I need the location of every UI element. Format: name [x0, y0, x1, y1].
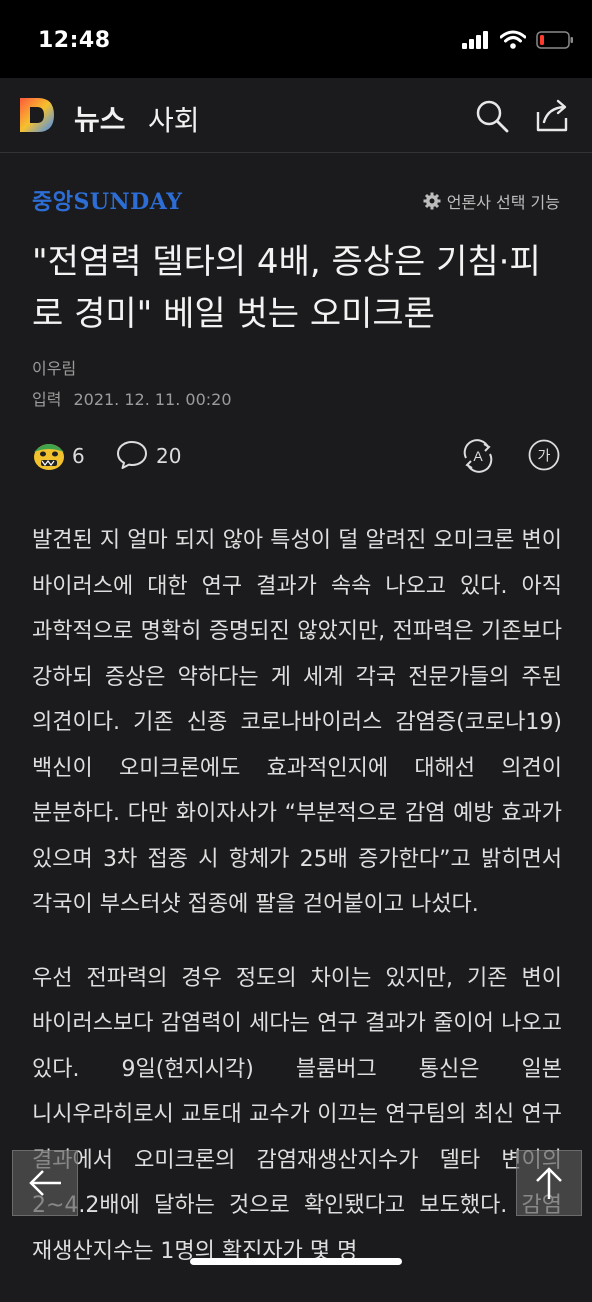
signal-icon: [462, 31, 488, 49]
arrow-left-icon: [29, 1170, 61, 1196]
font-size-icon-letter: 가: [538, 449, 551, 465]
app-bar: 뉴스 사회: [0, 78, 592, 153]
comment-count[interactable]: 20: [156, 444, 181, 468]
article-paragraph: 발견된 지 얼마 되지 않아 특성이 덜 알려진 오미크론 변이 바이러스에 대…: [32, 528, 562, 917]
press-select-button[interactable]: 언론사 선택 기능: [423, 189, 560, 213]
article-paragraph: 우선 전파력의 경우 정도의 차이는 있지만, 기존 변이 바이러스보다 감염력…: [32, 965, 562, 1264]
press-select-label: 언론사 선택 기능: [446, 193, 560, 212]
daum-logo-icon[interactable]: [18, 96, 56, 134]
news-title[interactable]: 뉴스: [74, 98, 126, 138]
share-icon[interactable]: [534, 98, 570, 134]
publish-date: 입력 2021. 12. 11. 00:20: [32, 386, 232, 410]
wifi-icon: [500, 30, 526, 49]
comment-icon[interactable]: [116, 440, 148, 470]
press-logo[interactable]: 중앙SUNDAY: [32, 184, 182, 216]
status-icons: [462, 30, 574, 50]
date-value: 2021. 12. 11. 00:20: [73, 390, 232, 409]
font-size-icon[interactable]: 가: [528, 439, 560, 471]
status-bar: 12:48: [0, 0, 592, 78]
scroll-top-button[interactable]: [516, 1150, 582, 1216]
arrow-up-icon: [536, 1167, 562, 1199]
reaction-count[interactable]: 6: [72, 444, 85, 468]
reaction-emoji-icon[interactable]: [32, 438, 66, 472]
section-title[interactable]: 사회: [148, 99, 200, 139]
article-actions: 6 20 A 가: [32, 438, 562, 478]
home-indicator: [190, 1258, 402, 1265]
translate-icon[interactable]: A: [460, 438, 496, 474]
author-name[interactable]: 이우림: [32, 355, 76, 379]
search-icon[interactable]: [474, 98, 510, 134]
date-label: 입력: [32, 390, 62, 409]
article-headline: "전염력 델타의 4배, 증상은 기침·피로 경미" 베일 벗는 오미크론: [32, 242, 541, 334]
translate-icon-letter: A: [473, 448, 483, 464]
status-time: 12:48: [38, 28, 111, 53]
gear-icon: [423, 192, 441, 210]
back-button[interactable]: [12, 1150, 78, 1216]
battery-icon: [536, 31, 573, 49]
article-body: 발견된 지 얼마 되지 않아 특성이 덜 알려진 오미크론 변이 바이러스에 대…: [32, 518, 562, 1302]
